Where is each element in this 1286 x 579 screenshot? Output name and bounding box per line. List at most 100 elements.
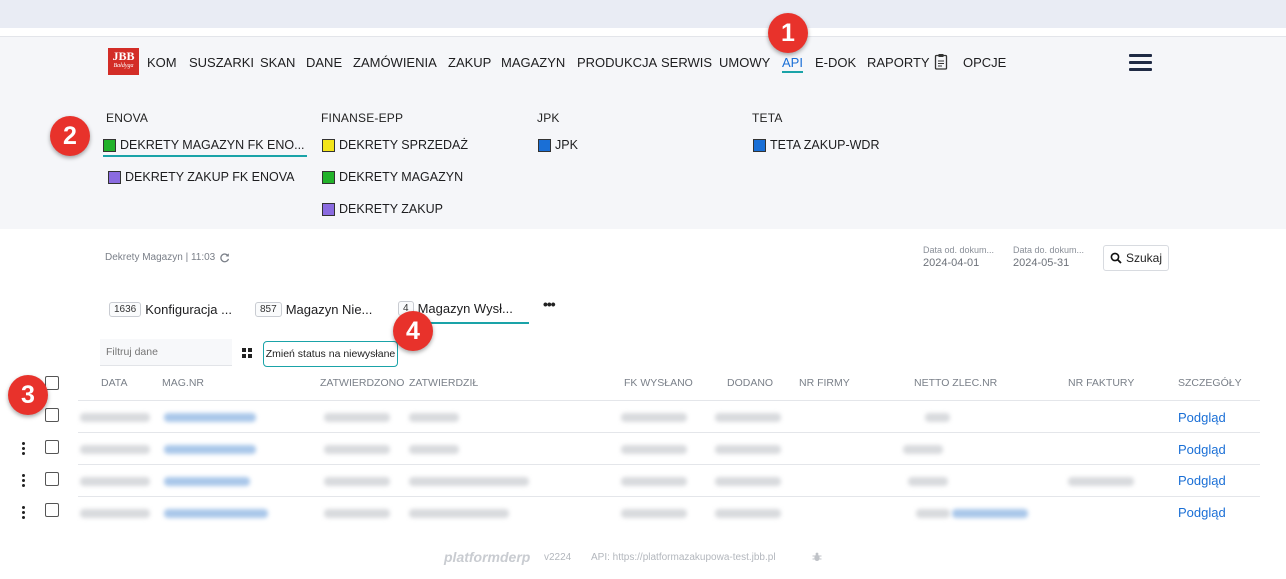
- redacted-mag-nr-link[interactable]: [164, 413, 256, 422]
- column-header-data[interactable]: DATA: [101, 377, 127, 389]
- top-strip: [0, 0, 1286, 28]
- nav-item-dane[interactable]: DANE: [306, 55, 342, 70]
- redacted-invoice-nr: [1068, 477, 1134, 486]
- submenu-item-dekrety-sprzedaz[interactable]: DEKRETY SPRZEDAŻ: [322, 138, 468, 152]
- footer-brand: platformderp: [444, 549, 531, 565]
- nav-item-zakup[interactable]: ZAKUP: [448, 55, 491, 70]
- submenu-item-dekrety-magazyn-fk-enova[interactable]: DEKRETY MAGAZYN FK ENO...: [103, 138, 307, 157]
- redacted-approver: [409, 477, 529, 486]
- tab-label: Magazyn Nie...: [285, 301, 373, 317]
- submenu-item-label: DEKRETY SPRZEDAŻ: [339, 138, 468, 152]
- row-actions-icon[interactable]: [22, 506, 26, 520]
- redacted-fk-sent-date: [621, 413, 687, 422]
- date-from-value: 2024-04-01: [923, 257, 980, 269]
- redacted-approver: [409, 509, 509, 518]
- marker-badge-4: 4: [393, 311, 433, 351]
- color-square-icon: [322, 170, 335, 184]
- date-from-field[interactable]: Data od. dokum... 2024-04-01: [923, 245, 994, 269]
- submenu-item-dekrety-zakup[interactable]: DEKRETY ZAKUP: [322, 202, 443, 216]
- group-title-jpk: JPK: [537, 111, 560, 125]
- redacted-mag-nr-link[interactable]: [164, 509, 268, 518]
- color-square-icon: [538, 138, 551, 152]
- more-tabs-button[interactable]: •••: [543, 296, 556, 312]
- redacted-order-link[interactable]: [952, 509, 1028, 518]
- date-to-field[interactable]: Data do. dokum... 2024-05-31: [1013, 245, 1084, 269]
- group-title-teta: TETA: [752, 111, 783, 125]
- grid-view-icon[interactable]: [242, 348, 252, 358]
- column-header-nr-faktury[interactable]: NR FAKTURY: [1068, 377, 1134, 389]
- row-checkbox[interactable]: [45, 408, 59, 422]
- redacted-fk-sent-date: [621, 477, 687, 486]
- color-square-icon: [103, 138, 116, 152]
- column-header-mag-nr[interactable]: MAG.NR: [162, 377, 204, 389]
- redacted-added-date: [715, 413, 781, 422]
- change-status-button[interactable]: Zmień status na niewysłane: [263, 341, 398, 367]
- submenu-item-dekrety-magazyn[interactable]: DEKRETY MAGAZYN: [322, 170, 463, 184]
- tab-konfiguracja[interactable]: 1636 Konfiguracja ...: [109, 294, 235, 324]
- nav-item-raporty[interactable]: RAPORTY: [867, 55, 930, 70]
- row-checkbox[interactable]: [45, 472, 59, 486]
- nav-item-skan[interactable]: SKAN: [260, 55, 295, 70]
- tab-magazyn-niewyslane[interactable]: 857 Magazyn Nie...: [255, 294, 375, 324]
- column-header-fk-wyslano[interactable]: FK WYSŁANO: [624, 377, 693, 389]
- nav-item-produkcja[interactable]: PRODUKCJA: [577, 55, 657, 70]
- redacted-approver: [409, 445, 459, 454]
- nav-item-api[interactable]: API: [782, 55, 803, 73]
- color-square-icon: [322, 138, 335, 152]
- hamburger-menu-icon[interactable]: [1129, 54, 1152, 72]
- redacted-fk-sent-date: [621, 445, 687, 454]
- search-button-label: Szukaj: [1125, 251, 1163, 265]
- redacted-added-date: [715, 477, 781, 486]
- submenu-item-jpk[interactable]: JPK: [538, 138, 578, 152]
- submenu-item-dekrety-zakup-fk-enova[interactable]: DEKRETY ZAKUP FK ENOVA: [108, 170, 295, 184]
- table-divider: [78, 464, 1260, 465]
- nav-item-umowy[interactable]: UMOWY: [719, 55, 770, 70]
- nav-item-zamowienia[interactable]: ZAMÓWIENIA: [353, 55, 437, 70]
- color-square-icon: [753, 138, 766, 152]
- search-button[interactable]: Szukaj: [1103, 245, 1169, 271]
- redacted-mag-nr-link[interactable]: [164, 445, 256, 454]
- details-link[interactable]: Podgląd: [1178, 505, 1226, 520]
- nav-item-opcje[interactable]: OPCJE: [963, 55, 1006, 70]
- row-actions-icon[interactable]: [22, 474, 26, 488]
- column-header-nr-firmy[interactable]: NR FIRMY: [799, 377, 850, 389]
- nav-item-suszarki[interactable]: SUSZARKI: [189, 55, 254, 70]
- group-title-finanse-epp: FINANSE-EPP: [321, 111, 404, 125]
- redacted-date: [80, 445, 150, 454]
- footer-bug-icon: [812, 552, 822, 561]
- details-link[interactable]: Podgląd: [1178, 410, 1226, 425]
- details-link[interactable]: Podgląd: [1178, 473, 1226, 488]
- group-title-enova: ENOVA: [106, 111, 149, 125]
- column-header-zatwierdzono[interactable]: ZATWIERDZONO: [320, 377, 404, 389]
- redacted-netto: [908, 477, 948, 486]
- redacted-added-date: [715, 445, 781, 454]
- tab-label: Magazyn Wysł...: [417, 300, 513, 316]
- column-header-zatwierdzil[interactable]: ZATWIERDZIŁ: [409, 377, 478, 389]
- column-header-szczegoly[interactable]: SZCZEGÓŁY: [1178, 377, 1242, 389]
- submenu-item-label: TETA ZAKUP-WDR: [770, 138, 880, 152]
- nav-item-magazyn[interactable]: MAGAZYN: [501, 55, 565, 70]
- details-link[interactable]: Podgląd: [1178, 442, 1226, 457]
- column-header-dodano[interactable]: DODANO: [727, 377, 773, 389]
- row-checkbox[interactable]: [45, 503, 59, 517]
- column-header-netto-zlec-nr[interactable]: NETTO ZLEC.NR: [914, 377, 997, 389]
- submenu-item-teta-zakup-wdr[interactable]: TETA ZAKUP-WDR: [753, 138, 880, 152]
- row-checkbox[interactable]: [45, 440, 59, 454]
- tab-count-badge: 857: [255, 301, 282, 317]
- filter-input[interactable]: [100, 339, 232, 366]
- clipboard-icon[interactable]: [934, 53, 948, 70]
- nav-item-e-dok[interactable]: E-DOK: [815, 55, 856, 70]
- marker-badge-1: 1: [768, 13, 808, 53]
- select-all-checkbox[interactable]: [45, 376, 59, 390]
- row-actions-icon[interactable]: [22, 442, 26, 456]
- color-square-icon: [322, 202, 335, 216]
- nav-item-serwis[interactable]: SERWIS: [661, 55, 712, 70]
- refresh-icon[interactable]: [219, 252, 230, 263]
- table-divider: [78, 496, 1260, 497]
- table-divider: [78, 400, 1260, 401]
- jbb-logo[interactable]: JBB Bałdyga: [108, 48, 139, 75]
- submenu-item-label: DEKRETY MAGAZYN: [339, 170, 464, 184]
- redacted-approver: [409, 413, 459, 422]
- nav-item-kom[interactable]: KOM: [147, 55, 177, 70]
- redacted-mag-nr-link[interactable]: [164, 477, 250, 486]
